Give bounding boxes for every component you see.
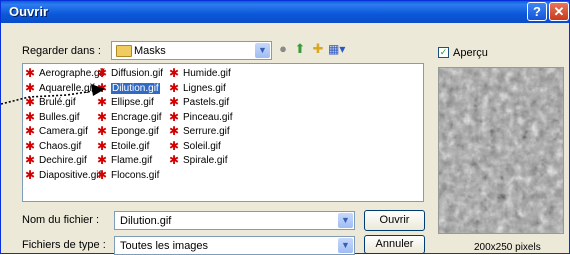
chevron-down-icon[interactable]: ▼ [338,213,353,228]
cancel-button[interactable]: Annuler [364,235,425,254]
open-dialog: Ouvrir ? ✕ Regarder dans : Masks ▼ ● ⬆ ✚… [0,0,570,255]
filetype-value: Toutes les images [120,240,209,252]
preview-image [438,67,564,234]
open-button[interactable]: Ouvrir [364,210,425,231]
filetype-label: Fichiers de type : [22,239,106,251]
filename-value: Dilution.gif [120,215,172,227]
filetype-dropdown[interactable]: Toutes les images ▼ [114,236,355,255]
preview-label: Aperçu [453,47,488,59]
filename-field[interactable]: Dilution.gif ▼ [114,211,355,230]
filename-label: Nom du fichier : [22,214,100,226]
preview-dimensions: 200x250 pixels [474,242,541,253]
chevron-down-icon[interactable]: ▼ [338,238,353,253]
preview-checkbox[interactable]: ✓ [438,47,449,58]
mask-texture-image [439,68,563,233]
